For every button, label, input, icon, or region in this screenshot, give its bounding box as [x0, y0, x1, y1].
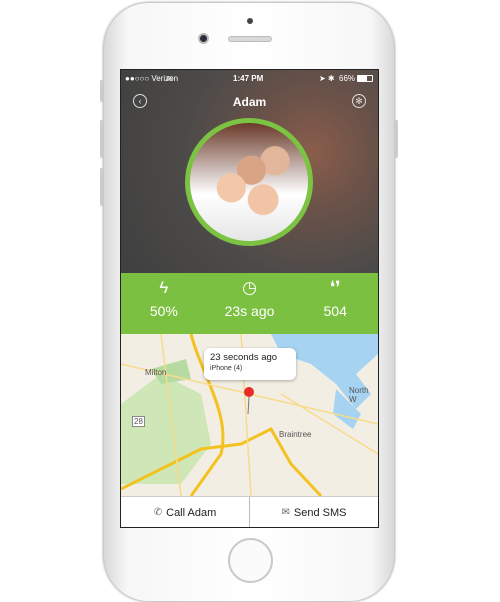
map-label-braintree: Braintree: [279, 430, 312, 439]
page-title: Adam: [232, 95, 267, 109]
steps-value: 504: [323, 303, 347, 319]
clock-icon: ◷: [242, 278, 257, 297]
location-bluetooth-icons: ➤ ✱: [319, 74, 335, 83]
call-label: Call Adam: [166, 506, 217, 519]
footsteps-icon: ❛❜: [329, 278, 341, 297]
profile-header: ●●○○○ Verizon ≋ 1:47 PM ➤ ✱ 66% ‹ Adam ✻: [121, 70, 378, 273]
lightning-icon: ϟ: [159, 278, 169, 297]
map[interactable]: 23 seconds ago iPhone (4) Milton Braintr…: [121, 334, 378, 496]
phone-icon: ✆: [153, 507, 163, 518]
battery-percent: 66%: [339, 74, 356, 83]
gear-icon[interactable]: ✻: [352, 94, 366, 108]
sms-label: Send SMS: [293, 506, 347, 519]
location-callout[interactable]: 23 seconds ago iPhone (4): [204, 348, 296, 380]
sensor: [247, 18, 253, 24]
battery-stat: ϟ 50%: [121, 273, 207, 334]
battery-icon: [357, 75, 373, 82]
clock: 1:47 PM: [233, 74, 264, 83]
home-button[interactable]: [228, 538, 273, 583]
last-seen-stat: ◷ 23s ago: [207, 273, 293, 334]
battery-value: 50%: [149, 303, 178, 319]
sms-button[interactable]: ✉ Send SMS: [249, 497, 378, 527]
last-seen-value: 23s ago: [224, 303, 275, 319]
avatar: [185, 118, 313, 246]
front-camera: [198, 33, 209, 44]
mute-switch: [100, 80, 103, 102]
wifi-icon: ≋: [166, 74, 173, 83]
envelope-icon: ✉: [281, 507, 290, 518]
call-button[interactable]: ✆ Call Adam: [121, 497, 249, 527]
action-bar: ✆ Call Adam ✉ Send SMS: [121, 496, 378, 527]
status-bar: ●●○○○ Verizon ≋ 1:47 PM ➤ ✱ 66%: [121, 72, 378, 86]
power-button: [395, 120, 398, 158]
earpiece: [228, 36, 272, 42]
route-shield: 28: [132, 416, 145, 427]
screen: ●●○○○ Verizon ≋ 1:47 PM ➤ ✱ 66% ‹ Adam ✻…: [120, 69, 379, 528]
map-label-north: North W: [349, 386, 369, 404]
volume-up-button: [100, 120, 103, 158]
stats-bar: ϟ 50% ◷ 23s ago ❛❜ 504: [121, 273, 378, 334]
volume-down-button: [100, 168, 103, 206]
steps-stat: ❛❜ 504: [292, 273, 378, 334]
callout-title: 23 seconds ago: [210, 352, 278, 363]
map-label-milton: Milton: [145, 368, 167, 377]
callout-subtitle: iPhone (4): [210, 365, 243, 372]
